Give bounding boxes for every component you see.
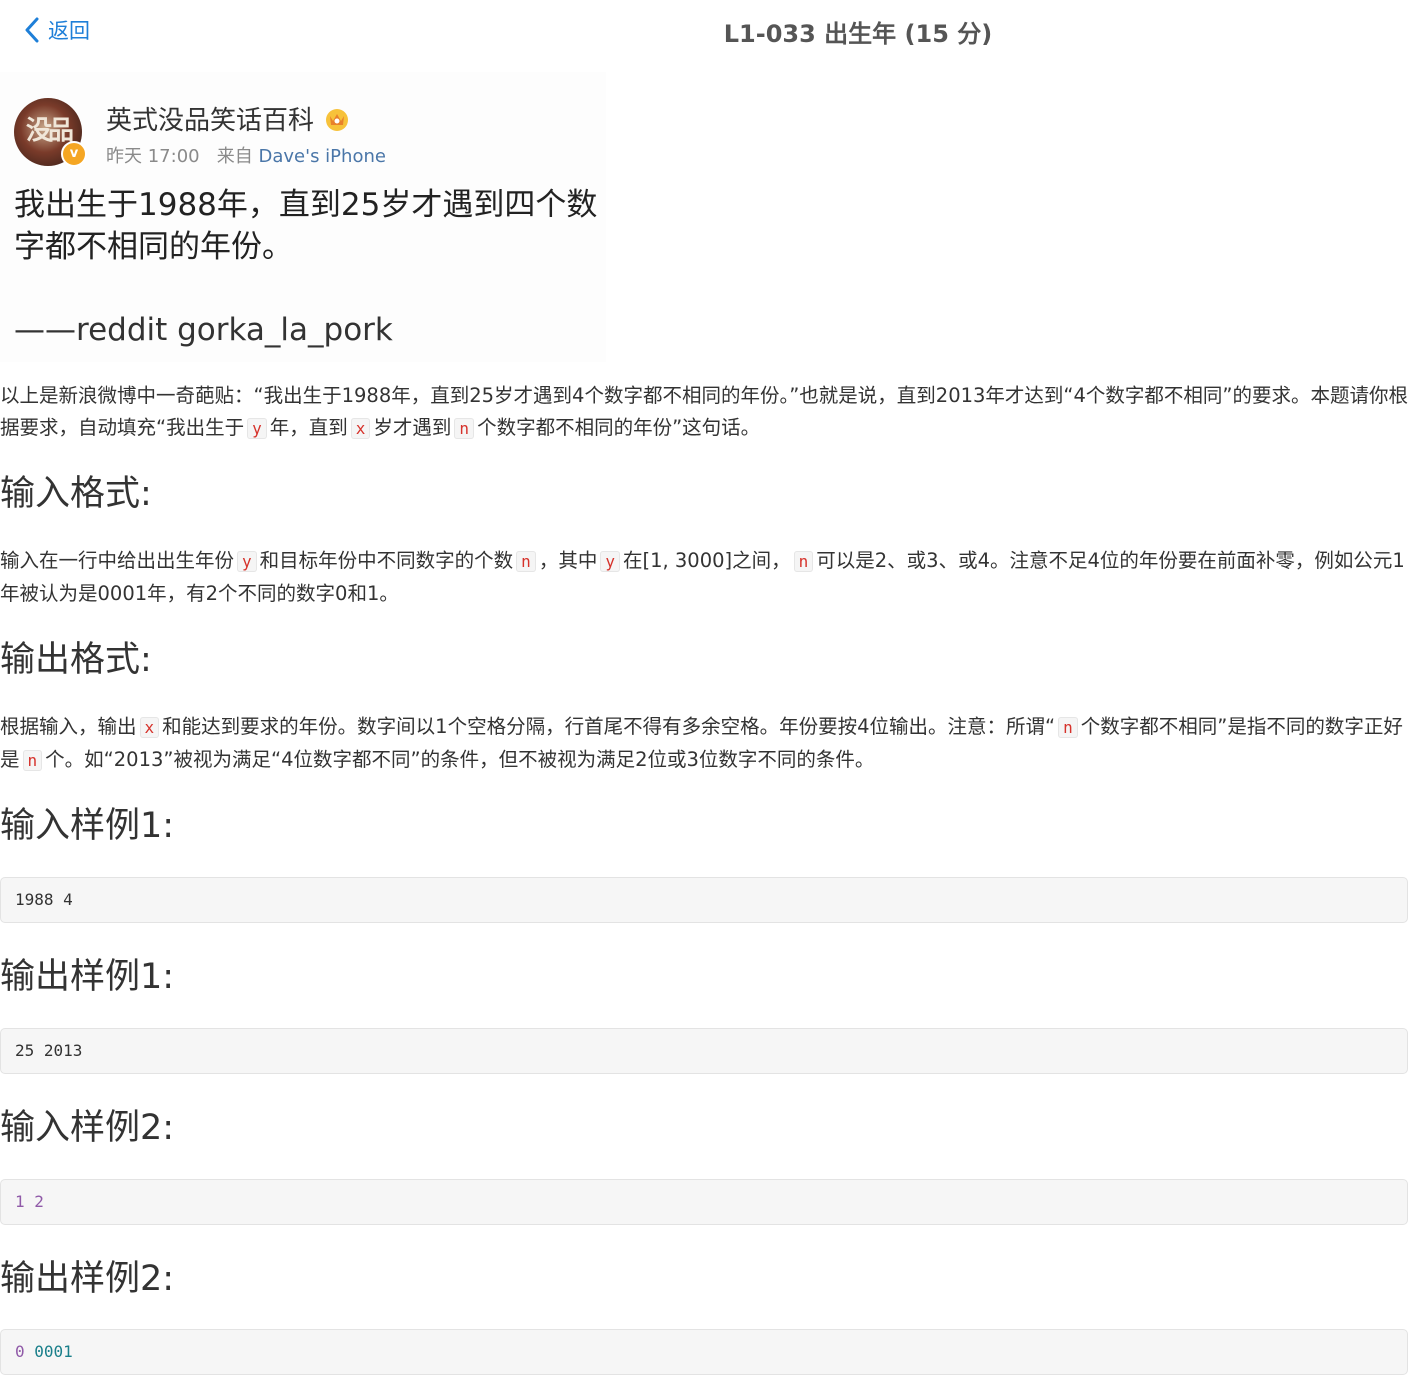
sample-output-1-heading: 输出样例1: <box>0 957 175 997</box>
intro-paragraph: 以上是新浪微博中一奇葩贴：“我出生于1988年，直到25岁才遇到4个数字都不相同… <box>0 380 1410 445</box>
sample-output-1-block[interactable]: 25 2013 <box>0 1028 1408 1074</box>
weibo-source-prefix: 来自 <box>216 146 253 167</box>
page-title: L1-033 出生年 (15 分) <box>723 20 993 48</box>
sample-input-1-heading: 输入样例1: <box>0 806 175 846</box>
intro-text-4: 个数字都不相同的年份”这句话。 <box>477 416 761 439</box>
inline-code: x <box>350 418 371 439</box>
verified-icon: v <box>61 141 87 167</box>
chevron-left-icon <box>25 17 39 43</box>
weibo-post-image: 没品 v 英式没品笑话百科 昨天 17:00 来自 Dave's iPhone … <box>0 72 606 362</box>
weibo-user-name-text: 英式没品笑话百科 <box>106 106 315 136</box>
sample-input-2-block[interactable]: 1 2 <box>0 1179 1408 1225</box>
top-bar: 返回 L1-033 出生年 (15 分) <box>0 0 1416 60</box>
weibo-user-name: 英式没品笑话百科 <box>106 100 350 137</box>
input-format-text-3: ，其中 <box>538 549 598 572</box>
input-format-text-1: 输入在一行中给出出生年份 <box>0 549 235 572</box>
sample-input-2-heading: 输入样例2: <box>0 1108 175 1148</box>
weibo-time: 昨天 17:00 <box>106 146 200 167</box>
output-format-text-2: 和能达到要求的年份。数字间以1个空格分隔，行首尾不得有多余空格。年份要按4位输出… <box>162 715 1056 738</box>
sample-number: 2 <box>34 1192 44 1211</box>
inline-code: n <box>1058 717 1078 738</box>
crown-icon <box>326 108 349 131</box>
inline-code: y <box>600 551 620 572</box>
sample-number: 0 <box>15 1342 25 1361</box>
sample-line: 25 2013 <box>15 1041 83 1060</box>
weibo-source: Dave's iPhone <box>258 146 386 167</box>
inline-code: n <box>516 551 536 572</box>
back-label: 返回 <box>48 19 90 43</box>
sample-input-1-block[interactable]: 1988 4 <box>0 877 1408 923</box>
back-button[interactable]: 返回 <box>24 14 90 46</box>
inline-code: y <box>237 551 257 572</box>
sample-output-2-block[interactable]: 0 0001 <box>0 1329 1408 1375</box>
sample-output-2-heading: 输出样例2: <box>0 1259 175 1299</box>
inline-code: n <box>454 418 475 439</box>
input-format-text-2: 和目标年份中不同数字的个数 <box>259 549 514 572</box>
output-format-paragraph: 根据输入，输出 x 和能达到要求的年份。数字间以1个空格分隔，行首尾不得有多余空格。… <box>0 711 1410 777</box>
sample-number: 1 <box>15 1192 25 1211</box>
intro-text-3: 岁才遇到 <box>373 416 452 439</box>
inline-code: x <box>139 717 160 738</box>
sample-line: 1988 4 <box>15 890 73 909</box>
inline-code: y <box>247 418 267 439</box>
weibo-quote: ——reddit gorka_la_pork <box>14 312 393 348</box>
input-format-text-4: 在[1, 3000]之间， <box>622 549 791 572</box>
output-format-heading: 输出格式: <box>0 640 152 680</box>
input-format-paragraph: 输入在一行中给出出生年份 y 和目标年份中不同数字的个数 n ，其中 y 在[1, 3000… <box>0 545 1410 610</box>
inline-code: n <box>22 750 43 771</box>
inline-code: n <box>793 551 814 572</box>
intro-text-2: 年，直到 <box>269 416 348 439</box>
weibo-meta: 昨天 17:00 来自 Dave's iPhone <box>106 142 386 168</box>
output-format-text-1: 根据输入，输出 <box>0 715 137 738</box>
output-format-text-4: 个。如“2013”被视为满足“4位数字都不同”的条件，但不被视为满足2位或3位数… <box>45 748 875 771</box>
sample-number: 0001 <box>34 1342 73 1361</box>
input-format-heading: 输入格式: <box>0 474 152 514</box>
weibo-text: 我出生于1988年，直到25岁才遇到四个数字都不相同的年份。 <box>14 187 598 265</box>
